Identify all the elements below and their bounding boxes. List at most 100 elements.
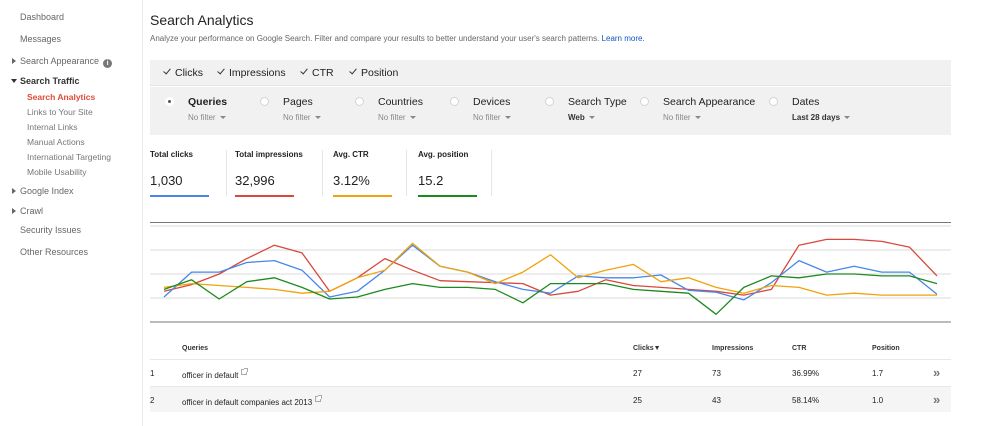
sidebar-sub-internal-links[interactable]: Internal Links	[27, 122, 78, 132]
sidebar-item-other-resources[interactable]: Other Resources	[20, 247, 88, 257]
filter-dropdown[interactable]: Last 28 days	[792, 113, 851, 122]
table-row[interactable]: 2 officer in default companies act 2013 …	[150, 386, 951, 412]
total-value: 15.2	[418, 173, 444, 188]
total-label: Total impressions	[235, 150, 303, 159]
sidebar-sub-international-targeting[interactable]: International Targeting	[27, 152, 111, 162]
filter-dropdown[interactable]: No filter	[378, 113, 416, 122]
filter-dropdown[interactable]: No filter	[188, 113, 226, 122]
filter-value: No filter	[283, 113, 311, 122]
caret-down-icon	[314, 116, 321, 119]
group-label: Devices	[473, 96, 511, 108]
filter-dropdown[interactable]: Web	[568, 113, 595, 122]
impressions-cell: 43	[712, 396, 721, 405]
page-title: Search Analytics	[150, 12, 254, 28]
check-icon	[163, 67, 172, 76]
clicks-checkbox[interactable]: Clicks	[163, 67, 203, 79]
grouping-bar: Queries No filter Pages No filter Countr…	[150, 87, 951, 135]
col-header-clicks[interactable]: Clicks▼	[633, 345, 661, 352]
page-subtitle: Analyze your performance on Google Searc…	[150, 34, 645, 43]
trend-chart[interactable]	[150, 222, 951, 327]
group-label: Dates	[792, 96, 820, 108]
radio-icon	[769, 97, 778, 106]
check-icon	[349, 67, 358, 76]
external-link-icon[interactable]	[315, 395, 323, 402]
external-link-icon[interactable]	[241, 368, 249, 375]
radio-icon	[260, 97, 269, 106]
total-value: 1,030	[150, 173, 183, 188]
radio-selected-icon	[165, 97, 174, 106]
table-row[interactable]: 1 officer in default 27 73 36.99% 1.7 »	[150, 359, 951, 385]
info-icon[interactable]: i	[103, 59, 113, 68]
position-label: Position	[361, 67, 399, 79]
learn-more-link[interactable]: Learn more.	[602, 34, 645, 43]
total-label: Avg. position	[418, 150, 469, 159]
query-text: officer in default	[182, 371, 239, 380]
filter-value: No filter	[188, 113, 216, 122]
ctr-checkbox[interactable]: CTR	[300, 67, 334, 79]
sidebar-item-google-index[interactable]: Google Index	[12, 186, 74, 196]
divider	[226, 150, 227, 196]
sidebar-sub-manual-actions[interactable]: Manual Actions	[27, 137, 85, 147]
total-impressions-card[interactable]: Total impressions 32,996	[235, 150, 303, 198]
divider	[491, 150, 492, 196]
sidebar-sub-search-analytics[interactable]: Search Analytics	[27, 92, 95, 102]
caret-down-icon	[504, 116, 511, 119]
sidebar: Dashboard Messages Search Appearance i Se…	[0, 0, 143, 426]
radio-icon	[450, 97, 459, 106]
sidebar-item-search-traffic[interactable]: Search Traffic	[11, 76, 80, 86]
subtitle-text: Analyze your performance on Google Searc…	[150, 34, 600, 43]
sidebar-item-dashboard[interactable]: Dashboard	[20, 12, 64, 22]
series-line-0	[163, 238, 938, 296]
clicks-cell: 27	[633, 369, 642, 378]
check-icon	[217, 67, 226, 76]
radio-icon	[640, 97, 649, 106]
sidebar-sub-links-to-your-site[interactable]: Links to Your Site	[27, 107, 93, 117]
clicks-cell: 25	[633, 396, 642, 405]
filter-value: No filter	[378, 113, 406, 122]
total-value: 32,996	[235, 173, 275, 188]
col-header-ctr[interactable]: CTR	[792, 345, 806, 352]
metric-bar: Clicks Impressions CTR Position	[150, 60, 951, 86]
sidebar-item-messages[interactable]: Messages	[20, 34, 61, 44]
series-line-1	[163, 244, 938, 301]
sidebar-item-label: Search Appearance	[20, 56, 100, 66]
total-clicks-card[interactable]: Total clicks 1,030	[150, 150, 209, 198]
divider	[322, 150, 323, 196]
impressions-checkbox[interactable]: Impressions	[217, 67, 286, 79]
filter-dropdown[interactable]: No filter	[473, 113, 511, 122]
caret-down-icon	[844, 116, 851, 119]
radio-icon	[545, 97, 554, 106]
avg-position-card[interactable]: Avg. position 15.2	[418, 150, 477, 198]
col-header-position[interactable]: Position	[872, 345, 900, 352]
total-label: Avg. CTR	[333, 150, 369, 159]
row-number: 1	[150, 369, 155, 378]
filter-dropdown[interactable]: No filter	[283, 113, 321, 122]
group-label: Countries	[378, 96, 423, 108]
avg-ctr-card[interactable]: Avg. CTR 3.12%	[333, 150, 392, 198]
sidebar-item-security-issues[interactable]: Security Issues	[20, 225, 81, 235]
sidebar-item-search-appearance[interactable]: Search Appearance i	[11, 56, 113, 68]
total-label: Total clicks	[150, 150, 193, 159]
check-icon	[300, 67, 309, 76]
sidebar-sub-mobile-usability[interactable]: Mobile Usability	[27, 167, 87, 177]
group-label: Search Appearance	[663, 96, 756, 108]
position-cell: 1.0	[872, 396, 884, 405]
filter-value: Last 28 days	[792, 113, 841, 122]
position-checkbox[interactable]: Position	[349, 67, 398, 79]
group-label: Search Type	[568, 96, 627, 108]
double-chevron-right-icon[interactable]: »	[933, 365, 940, 380]
sidebar-item-crawl[interactable]: Crawl	[11, 206, 43, 216]
col-header-impressions[interactable]: Impressions	[712, 345, 753, 352]
ctr-color-bar	[333, 195, 392, 197]
filter-value: No filter	[473, 113, 501, 122]
impressions-cell: 73	[712, 369, 721, 378]
filter-value: No filter	[663, 113, 691, 122]
col-header-queries[interactable]: Queries	[182, 345, 208, 352]
filter-dropdown[interactable]: No filter	[663, 113, 701, 122]
ctr-cell: 58.14%	[792, 396, 820, 405]
query-cell: officer in default companies act 2013	[182, 395, 323, 407]
caret-down-icon	[409, 116, 416, 119]
double-chevron-right-icon[interactable]: »	[933, 392, 940, 407]
query-text: officer in default companies act 2013	[182, 398, 313, 407]
ctr-cell: 36.99%	[792, 369, 820, 378]
